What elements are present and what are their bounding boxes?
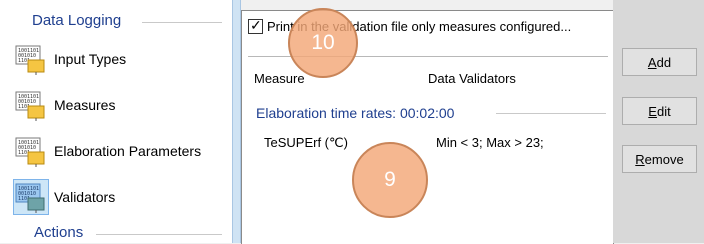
checkbox-box[interactable]: ✓ [248,17,263,34]
remove-button-label: emove [644,151,684,167]
column-header-data-validators[interactable]: Data Validators [428,71,516,86]
data-logging-header-line [142,22,222,23]
nav-item-label: Validators [54,189,116,205]
edit-button-mnemonic: E [648,103,657,119]
nav-item-elaboration-parameters[interactable]: 1001101 001010 1101 Elaboration Paramete… [14,134,201,168]
edit-button[interactable]: Edit [622,97,697,125]
nav-item-measures[interactable]: 1001101 001010 1101 Measures [14,88,115,122]
remove-button-mnemonic: R [635,151,645,167]
column-header-measure[interactable]: Measure [254,71,305,86]
binary-data-icon: 1001101 001010 1101 [14,134,48,168]
add-button[interactable]: Add [622,48,697,76]
nav-item-label: Elaboration Parameters [54,143,202,159]
callout-9: 9 [352,142,428,218]
nav-item-validators[interactable]: 1001101 001010 1101 Validators [13,179,116,215]
actions-header-line [96,234,222,235]
actions-header: Actions [34,224,84,241]
nav-item-label: Input Types [54,51,127,67]
table-row-validators-cell[interactable]: Min < 3; Max > 23; [436,135,544,150]
elaboration-rate-group-header: Elaboration time rates: 00:02:00 [256,105,455,121]
panel-splitter[interactable] [232,0,241,243]
binary-data-icon: 1001101 001010 1101 [14,42,48,76]
group-header-line [496,113,606,114]
nav-item-label: Measures [54,97,116,113]
add-button-label: dd [656,54,672,70]
add-button-mnemonic: A [647,54,657,70]
edit-button-label: dit [656,103,671,119]
data-logging-header: Data Logging [32,12,122,29]
checkmark-icon: ✓ [250,17,262,33]
nav-item-input-types[interactable]: 1001101 001010 1101 Input Types [14,42,126,76]
callout-10: 10 [288,8,358,78]
binary-data-icon: 1001101 001010 1101 [13,179,49,215]
remove-button[interactable]: Remove [622,145,697,173]
action-buttons-panel: Add Edit Remove [613,0,704,243]
binary-data-icon: 1001101 001010 1101 [14,88,48,122]
left-nav-panel: Data Logging 1001101 001010 1101 Input T… [0,0,232,243]
table-row-measure-cell[interactable]: TeSUPErf (℃) [264,135,348,151]
